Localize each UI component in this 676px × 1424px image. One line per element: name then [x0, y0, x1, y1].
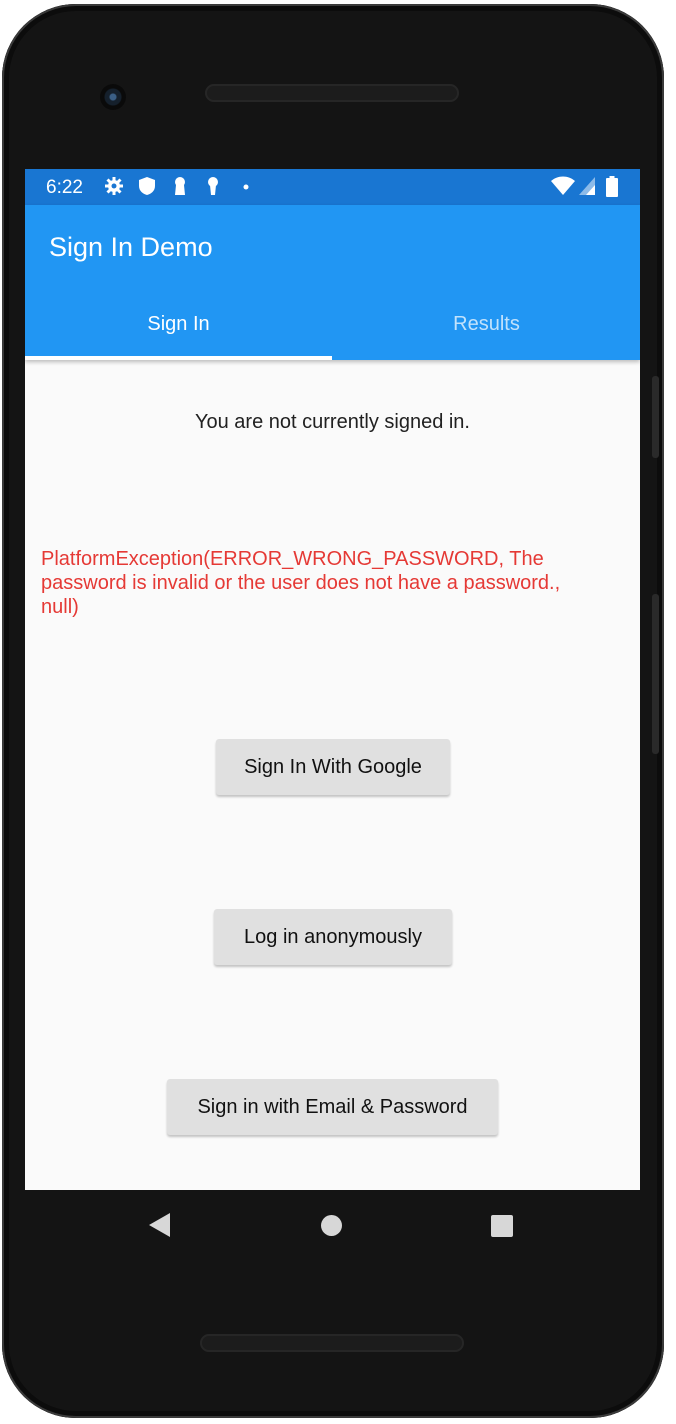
signal-icon [578, 176, 596, 202]
recents-icon[interactable] [491, 1215, 513, 1237]
tab-sign-in[interactable]: Sign In [25, 306, 332, 360]
dot-icon [242, 176, 250, 202]
volume-button [652, 376, 659, 458]
screen: 6:22 Sign In Demo Sign In Results You ar… [25, 169, 640, 1190]
keyhole-icon [172, 176, 188, 202]
log-in-anonymously-button[interactable]: Log in anonymously [214, 909, 452, 965]
sign-in-email-button[interactable]: Sign in with Email & Password [167, 1079, 498, 1135]
front-camera [100, 84, 126, 110]
bottom-speaker [200, 1334, 464, 1352]
gear-icon [104, 176, 124, 202]
phone-frame: 6:22 Sign In Demo Sign In Results You ar… [2, 4, 664, 1418]
shield-icon [138, 176, 156, 202]
signin-status-text: You are not currently signed in. [195, 411, 470, 433]
earpiece-speaker [205, 84, 459, 102]
wifi-icon [550, 176, 576, 202]
sign-in-content: You are not currently signed in. Platfor… [25, 360, 640, 1190]
sign-in-google-button[interactable]: Sign In With Google [216, 739, 450, 795]
app-bar: Sign In Demo Sign In Results [25, 205, 640, 360]
error-message: PlatformException(ERROR_WRONG_PASSWORD, … [41, 548, 561, 618]
battery-icon [606, 176, 618, 204]
tab-results[interactable]: Results [333, 306, 640, 360]
status-time: 6:22 [46, 177, 83, 198]
app-title: Sign In Demo [49, 232, 213, 262]
power-button [652, 594, 659, 754]
back-icon[interactable] [149, 1213, 170, 1237]
status-bar: 6:22 [25, 169, 640, 205]
home-icon[interactable] [321, 1215, 342, 1236]
keyhole-icon [205, 176, 221, 202]
